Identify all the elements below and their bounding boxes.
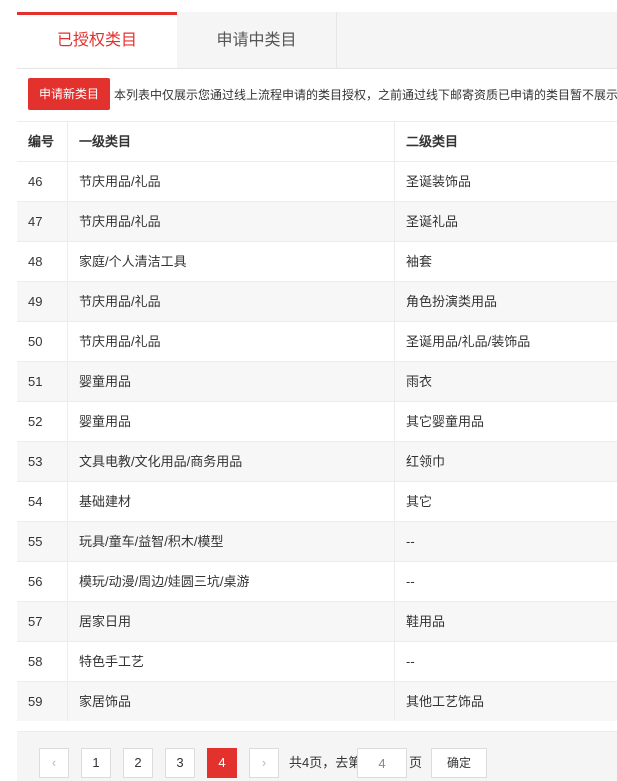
table-row: 52 婴童用品 其它婴童用品 <box>17 401 617 441</box>
row-number: 53 <box>17 442 68 481</box>
apply-new-category-button[interactable]: 申请新类目 <box>28 78 111 110</box>
row-primary-category: 婴童用品 <box>68 362 395 401</box>
table-row: 47 节庆用品/礼品 圣诞礼品 <box>17 201 617 241</box>
row-primary-category: 基础建材 <box>68 482 395 521</box>
tab-bar: 已授权类目 申请中类目 <box>17 12 617 69</box>
page-suffix-text: 页 <box>409 755 423 770</box>
next-page-button[interactable]: › <box>249 748 279 778</box>
row-secondary-category: 雨衣 <box>406 374 433 389</box>
header-primary-category: 一级类目 <box>68 122 395 161</box>
row-number: 54 <box>17 482 68 521</box>
table-row: 53 文具电教/文化用品/商务用品 红领巾 <box>17 441 617 481</box>
row-primary-category: 节庆用品/礼品 <box>68 162 395 201</box>
confirm-goto-button[interactable]: 确定 <box>431 748 487 778</box>
table-row: 55 玩具/童车/益智/积木/模型 -- <box>17 521 617 561</box>
row-secondary-category: 圣诞用品/礼品/装饰品 <box>406 334 531 349</box>
row-number: 58 <box>17 642 68 681</box>
page-button-1[interactable]: 1 <box>81 748 111 778</box>
table-header-row: 编号 一级类目 二级类目 <box>17 121 617 161</box>
table-row: 48 家庭/个人清洁工具 袖套 <box>17 241 617 281</box>
row-secondary-category: 圣诞礼品 <box>406 214 459 229</box>
goto-page-input[interactable] <box>357 748 407 778</box>
header-secondary-category: 二级类目 <box>406 134 459 149</box>
row-primary-category: 居家日用 <box>68 602 395 641</box>
table-row: 57 居家日用 鞋用品 <box>17 601 617 641</box>
total-pages-text: 共4页，去第 <box>289 755 362 770</box>
row-secondary-category: 角色扮演类用品 <box>406 294 498 309</box>
row-number: 49 <box>17 282 68 321</box>
row-number: 55 <box>17 522 68 561</box>
table-row: 58 特色手工艺 -- <box>17 641 617 681</box>
row-primary-category: 特色手工艺 <box>68 642 395 681</box>
notice-text: 本列表中仅展示您通过线上流程申请的类目授权，之前通过线下邮寄资质已申请的类目暂不… <box>114 87 617 102</box>
row-secondary-category: 鞋用品 <box>406 614 446 629</box>
row-secondary-category: 其他工艺饰品 <box>406 694 485 709</box>
row-number: 51 <box>17 362 68 401</box>
row-primary-category: 节庆用品/礼品 <box>68 202 395 241</box>
row-primary-category: 玩具/童车/益智/积木/模型 <box>68 522 395 561</box>
row-primary-category: 节庆用品/礼品 <box>68 322 395 361</box>
table-row: 49 节庆用品/礼品 角色扮演类用品 <box>17 281 617 321</box>
row-secondary-category: -- <box>406 534 415 549</box>
chevron-right-icon: › <box>261 755 267 770</box>
row-secondary-category: 袖套 <box>406 254 433 269</box>
toolbar: 申请新类目 本列表中仅展示您通过线上流程申请的类目授权，之前通过线下邮寄资质已申请… <box>28 78 617 110</box>
row-primary-category: 家庭/个人清洁工具 <box>68 242 395 281</box>
row-secondary-category: 圣诞装饰品 <box>406 174 472 189</box>
row-number: 56 <box>17 562 68 601</box>
row-number: 50 <box>17 322 68 361</box>
pagination: ‹ 1 2 3 4 › 共4页，去第 页 确定 <box>17 731 617 781</box>
prev-page-button[interactable]: ‹ <box>39 748 69 778</box>
row-number: 59 <box>17 682 68 721</box>
table-row: 50 节庆用品/礼品 圣诞用品/礼品/装饰品 <box>17 321 617 361</box>
row-secondary-category: 红领巾 <box>406 454 446 469</box>
header-number: 编号 <box>17 122 68 161</box>
row-number: 47 <box>17 202 68 241</box>
page-button-4[interactable]: 4 <box>207 748 237 778</box>
page-button-2[interactable]: 2 <box>123 748 153 778</box>
row-primary-category: 婴童用品 <box>68 402 395 441</box>
tab-content: 申请新类目 本列表中仅展示您通过线上流程申请的类目授权，之前通过线下邮寄资质已申请… <box>17 69 617 781</box>
row-secondary-category: -- <box>406 654 415 669</box>
category-table: 编号 一级类目 二级类目 46 节庆用品/礼品 圣诞装饰品 47 节庆用品/礼品 圣诞礼品… <box>17 121 617 721</box>
table-row: 59 家居饰品 其他工艺饰品 <box>17 681 617 721</box>
table-row: 56 模玩/动漫/周边/娃圆三坑/桌游 -- <box>17 561 617 601</box>
category-panel: 已授权类目 申请中类目 申请新类目 本列表中仅展示您通过线上流程申请的类目授权，之… <box>17 12 617 781</box>
row-number: 52 <box>17 402 68 441</box>
row-number: 48 <box>17 242 68 281</box>
row-number: 57 <box>17 602 68 641</box>
row-number: 46 <box>17 162 68 201</box>
tab-applying-categories[interactable]: 申请中类目 <box>177 12 337 68</box>
row-secondary-category: -- <box>406 574 415 589</box>
row-secondary-category: 其它婴童用品 <box>406 414 485 429</box>
row-secondary-category: 其它 <box>406 494 433 509</box>
page-button-3[interactable]: 3 <box>165 748 195 778</box>
row-primary-category: 模玩/动漫/周边/娃圆三坑/桌游 <box>68 562 395 601</box>
row-primary-category: 家居饰品 <box>68 682 395 721</box>
table-row: 54 基础建材 其它 <box>17 481 617 521</box>
chevron-left-icon: ‹ <box>51 755 57 770</box>
row-primary-category: 节庆用品/礼品 <box>68 282 395 321</box>
tab-authorized-categories[interactable]: 已授权类目 <box>17 12 177 68</box>
table-row: 46 节庆用品/礼品 圣诞装饰品 <box>17 161 617 201</box>
row-primary-category: 文具电教/文化用品/商务用品 <box>68 442 395 481</box>
table-row: 51 婴童用品 雨衣 <box>17 361 617 401</box>
